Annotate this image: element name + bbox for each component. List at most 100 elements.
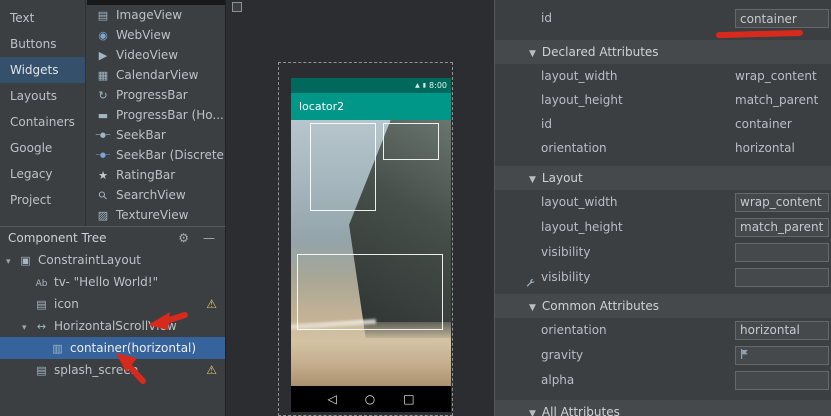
settings-gear-icon[interactable]: ⚙ [178,231,189,245]
attr-value-visibility[interactable] [735,243,829,262]
expanded-chevron-icon[interactable]: ▾ [22,317,33,339]
component-tree-header: Component Tree ⚙ — [0,227,225,249]
palette-category-layouts[interactable]: Layouts [0,83,85,109]
widget-item-label: ProgressBar [116,88,188,102]
palette-category-buttons[interactable]: Buttons [0,31,85,57]
palette-category-google[interactable]: Google [0,135,85,161]
attr-row-alpha: alpha [495,368,831,393]
textureview-icon: ▨ [95,209,111,222]
device-preview[interactable]: ▲ ▮ 8:00 locator2 ◁ ○ □ [291,78,451,412]
device-app-bar: locator2 [291,93,451,120]
progressbar-horizontal-icon: ▬ [95,109,111,122]
widget-item-ratingbar[interactable]: ★RatingBar [87,165,225,185]
home-icon: ○ [365,392,375,406]
attr-row-layout-height: layout_heightmatch_parent [495,88,831,112]
widget-item-seekbar[interactable]: ─●─SeekBar [87,125,225,145]
linearlayout-horizontal-icon: ▥ [49,338,66,360]
webview-icon: ◉ [95,29,111,42]
widget-item-label: RatingBar [116,168,175,182]
attr-value-gravity[interactable] [735,346,829,365]
photo-beach [291,322,451,386]
tree-item-horizontalscrollview[interactable]: ▾↔HorizontalScrollView [0,315,225,337]
tree-item-tv-hello-world[interactable]: Abtv- "Hello World!" [0,271,225,293]
attr-label-layout-width: layout_width [541,69,618,83]
status-time: 8:00 [429,81,447,90]
attr-value-orientation[interactable]: horizontal [735,321,829,340]
attr-label-layout-width: layout_width [541,195,618,209]
widget-item-calendarview[interactable]: ▦CalendarView [87,65,225,85]
app-bar-title: locator2 [299,100,344,113]
palette-category-widgets[interactable]: Widgets [0,57,85,83]
section-collapse-icon: ▼ [529,49,536,59]
attr-value-layout-width[interactable]: wrap_content [735,193,829,212]
expanded-chevron-icon[interactable]: ▾ [6,251,17,273]
warning-icon: ⚠ [206,293,217,315]
attr-label-gravity: gravity [541,348,583,362]
imageview-icon: ▤ [33,294,50,316]
attr-label-alpha: alpha [541,373,574,387]
widget-item-textureview[interactable]: ▨ TextureView [87,205,225,225]
view-bounds-rect-3 [297,254,443,330]
widget-item-videoview[interactable]: ▶VideoView [87,45,225,65]
attr-value-layout-height[interactable]: match_parent [735,218,829,237]
attributes-panel: id ▼Declared Attributes layout_width wrap_… [494,0,831,416]
palette-category-project[interactable]: Project [0,187,85,213]
attr-value-visibility-tools[interactable] [735,268,829,287]
battery-icon: ▮ [423,82,426,89]
widget-item-label: CalendarView [116,68,198,82]
widget-item-label: WebView [116,28,171,42]
palette-category-legacy[interactable]: Legacy [0,161,85,187]
tree-item-container-horizontal[interactable]: ▥ container(horizontal) [0,337,225,359]
widget-item-seekbar-discrete[interactable]: ┄●┄SeekBar (Discrete) [87,145,225,165]
android-studio-layout-editor: TextButtonsWidgetsLayoutsContainersGoogl… [0,0,831,416]
attr-section-declared-attributes[interactable]: ▼Declared Attributes [495,40,831,64]
seekbar-discrete-icon: ┄●┄ [95,151,111,159]
textview-icon: Ab [33,273,50,295]
attr-value-layout-height[interactable]: match_parent [735,88,818,112]
tree-item-constraintlayout[interactable]: ▾▣ConstraintLayout [0,249,225,271]
attr-section-title: Layout [542,171,583,185]
tree-item-splash-screen[interactable]: ▤splash_screen⚠ [0,359,225,381]
palette-category-containers[interactable]: Containers [0,109,85,135]
attr-row-orientation: orientationhorizontal [495,318,831,343]
palette-categories: TextButtonsWidgetsLayoutsContainersGoogl… [0,0,86,226]
widget-item-searchview[interactable]: ⚲SearchView [87,185,225,205]
attribute-sections: ▼Declared Attributes layout_width wrap_con… [495,40,831,416]
attr-section-title: All Attributes [542,405,620,416]
attr-value-orientation[interactable]: horizontal [735,136,795,160]
widget-item-webview[interactable]: ◉ WebView [87,25,225,45]
signal-icon: ▲ [415,82,420,89]
device-content-image[interactable] [291,120,451,386]
component-tree-panel: Component Tree ⚙ — ▾▣ConstraintLayoutAbt… [0,226,226,416]
widget-item-progressbar-ho[interactable]: ▬ProgressBar (Ho... [87,105,225,125]
palette-category-text[interactable]: Text [0,5,85,31]
widget-item-imageview[interactable]: ▤ ImageView [87,5,225,25]
attr-value-alpha[interactable] [735,371,829,390]
attr-label-id: id [541,11,552,25]
attr-row-layout-width: layout_width wrap_content [495,64,831,88]
attr-value-id[interactable]: container [735,112,792,136]
tree-item-icon[interactable]: ▤icon⚠ [0,293,225,315]
attr-label-orientation: orientation [541,141,607,155]
component-tree-toolbar: ⚙ — [178,231,215,245]
attr-label-id: id [541,117,552,131]
tree-item-label: ConstraintLayout [38,253,141,267]
widget-item-label: ImageView [116,8,182,22]
id-value-input[interactable] [735,9,829,28]
attr-value-layout-width[interactable]: wrap_content [735,64,817,88]
attr-section-layout[interactable]: ▼Layout [495,166,831,190]
hide-panel-icon[interactable]: — [203,231,215,245]
widget-item-label: TextureView [116,208,188,222]
attr-row-id-top: id [495,6,831,30]
attr-row-orientation: orientation horizontal [495,136,831,160]
tree-item-label: container(horizontal) [70,341,196,355]
widget-item-progressbar[interactable]: ↻ProgressBar [87,85,225,105]
videoview-icon: ▶ [95,49,111,62]
back-icon: ◁ [327,392,336,406]
widget-item-label: SeekBar [116,128,166,142]
horizontalscrollview-icon: ↔ [33,316,50,338]
imageview-icon: ▤ [95,9,111,22]
design-canvas[interactable]: ▲ ▮ 8:00 locator2 ◁ ○ □ [227,0,494,416]
attr-section-common-attributes[interactable]: ▼Common Attributes [495,294,831,318]
attr-section-all-attributes[interactable]: ▼All Attributes [495,400,831,416]
